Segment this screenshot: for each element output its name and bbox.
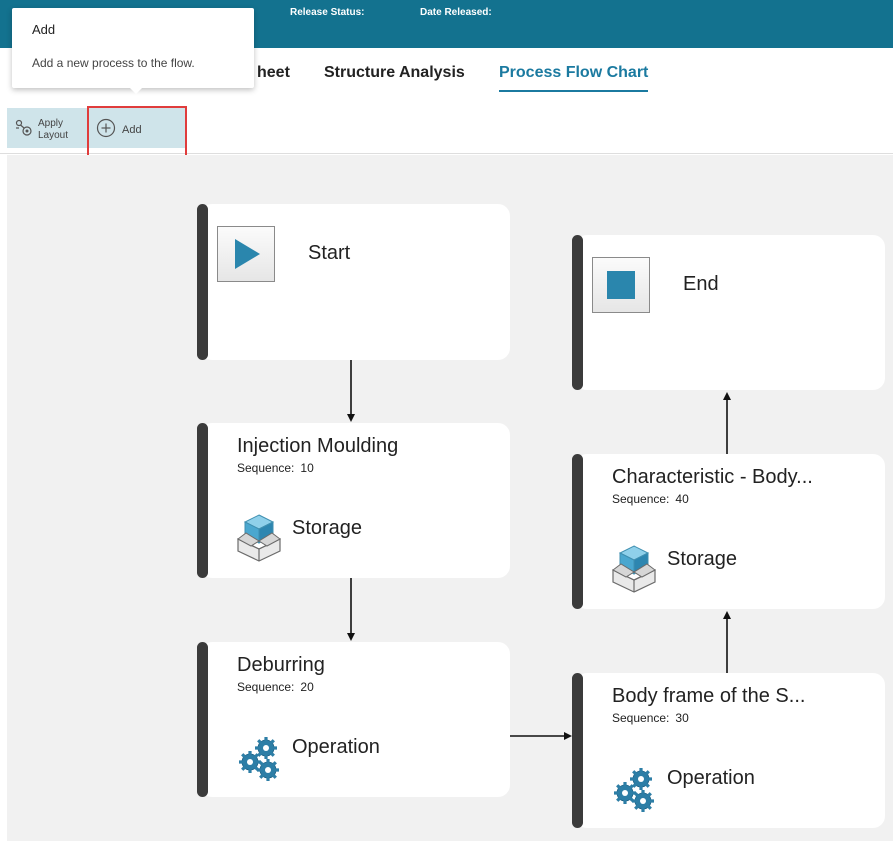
process-node-body-frame[interactable]: Body frame of the S... Sequence: 30 Oper… xyxy=(572,673,885,828)
tooltip-title: Add xyxy=(32,22,56,37)
tooltip-description: Add a new process to the flow. xyxy=(32,56,195,70)
tab-process-flow-chart[interactable]: Process Flow Chart xyxy=(499,64,649,92)
release-status-label: Release Status: xyxy=(290,7,365,18)
sequence-value: 10 xyxy=(300,461,314,475)
process-sequence: Sequence: 40 xyxy=(612,492,689,506)
sequence-value: 20 xyxy=(300,680,314,694)
start-label: Start xyxy=(308,242,351,264)
process-title: Injection Moulding xyxy=(237,435,399,457)
process-sequence: Sequence: 20 xyxy=(237,680,314,694)
plus-circle-icon xyxy=(96,118,116,143)
apply-layout-icon xyxy=(14,119,34,142)
storage-icon xyxy=(611,544,657,599)
node-bar xyxy=(197,204,208,360)
process-type: Operation xyxy=(292,736,380,758)
sequence-label: Sequence: xyxy=(237,461,295,475)
node-bar xyxy=(197,423,208,578)
process-title: Deburring xyxy=(237,654,325,676)
date-released-label: Date Released: xyxy=(420,7,492,18)
play-icon xyxy=(217,226,275,282)
sequence-label: Sequence: xyxy=(612,492,670,506)
storage-icon xyxy=(236,513,282,568)
node-bar xyxy=(572,454,583,609)
tooltip-arrow xyxy=(128,86,144,94)
apply-layout-button[interactable]: Apply Layout xyxy=(14,114,78,146)
stop-icon xyxy=(592,257,650,313)
add-button[interactable]: Add xyxy=(96,118,142,142)
gears-icon xyxy=(236,736,284,787)
sequence-value: 30 xyxy=(675,711,689,725)
process-type: Storage xyxy=(667,548,738,570)
start-node[interactable]: Start xyxy=(197,204,510,360)
sequence-value: 40 xyxy=(675,492,689,506)
end-label: End xyxy=(683,273,719,295)
add-button-label: Add xyxy=(122,124,142,136)
sequence-label: Sequence: xyxy=(612,711,670,725)
add-tooltip: Add Add a new process to the flow. xyxy=(12,8,254,88)
end-node[interactable]: End xyxy=(572,235,885,390)
process-sequence: Sequence: 30 xyxy=(612,711,689,725)
process-node-characteristic-body[interactable]: Characteristic - Body... Sequence: 40 Sto… xyxy=(572,454,885,609)
process-node-deburring[interactable]: Deburring Sequence: 20 Operation xyxy=(197,642,510,797)
tab-structure-analysis[interactable]: Structure Analysis xyxy=(324,64,465,82)
tab-sheet[interactable]: heet xyxy=(257,64,290,82)
apply-layout-label: Apply Layout xyxy=(38,118,69,141)
node-bar xyxy=(197,642,208,797)
node-bar xyxy=(572,235,583,390)
node-bar xyxy=(572,673,583,828)
process-title: Characteristic - Body... xyxy=(612,466,813,488)
process-type: Operation xyxy=(667,767,755,789)
process-node-injection-moulding[interactable]: Injection Moulding Sequence: 10 Storage xyxy=(197,423,510,578)
gears-icon xyxy=(611,767,659,818)
process-title: Body frame of the S... xyxy=(612,685,806,707)
process-flow-window: Release Status: Date Released: heet Stru… xyxy=(0,0,893,841)
process-sequence: Sequence: 10 xyxy=(237,461,314,475)
sequence-label: Sequence: xyxy=(237,680,295,694)
process-type: Storage xyxy=(292,517,363,539)
